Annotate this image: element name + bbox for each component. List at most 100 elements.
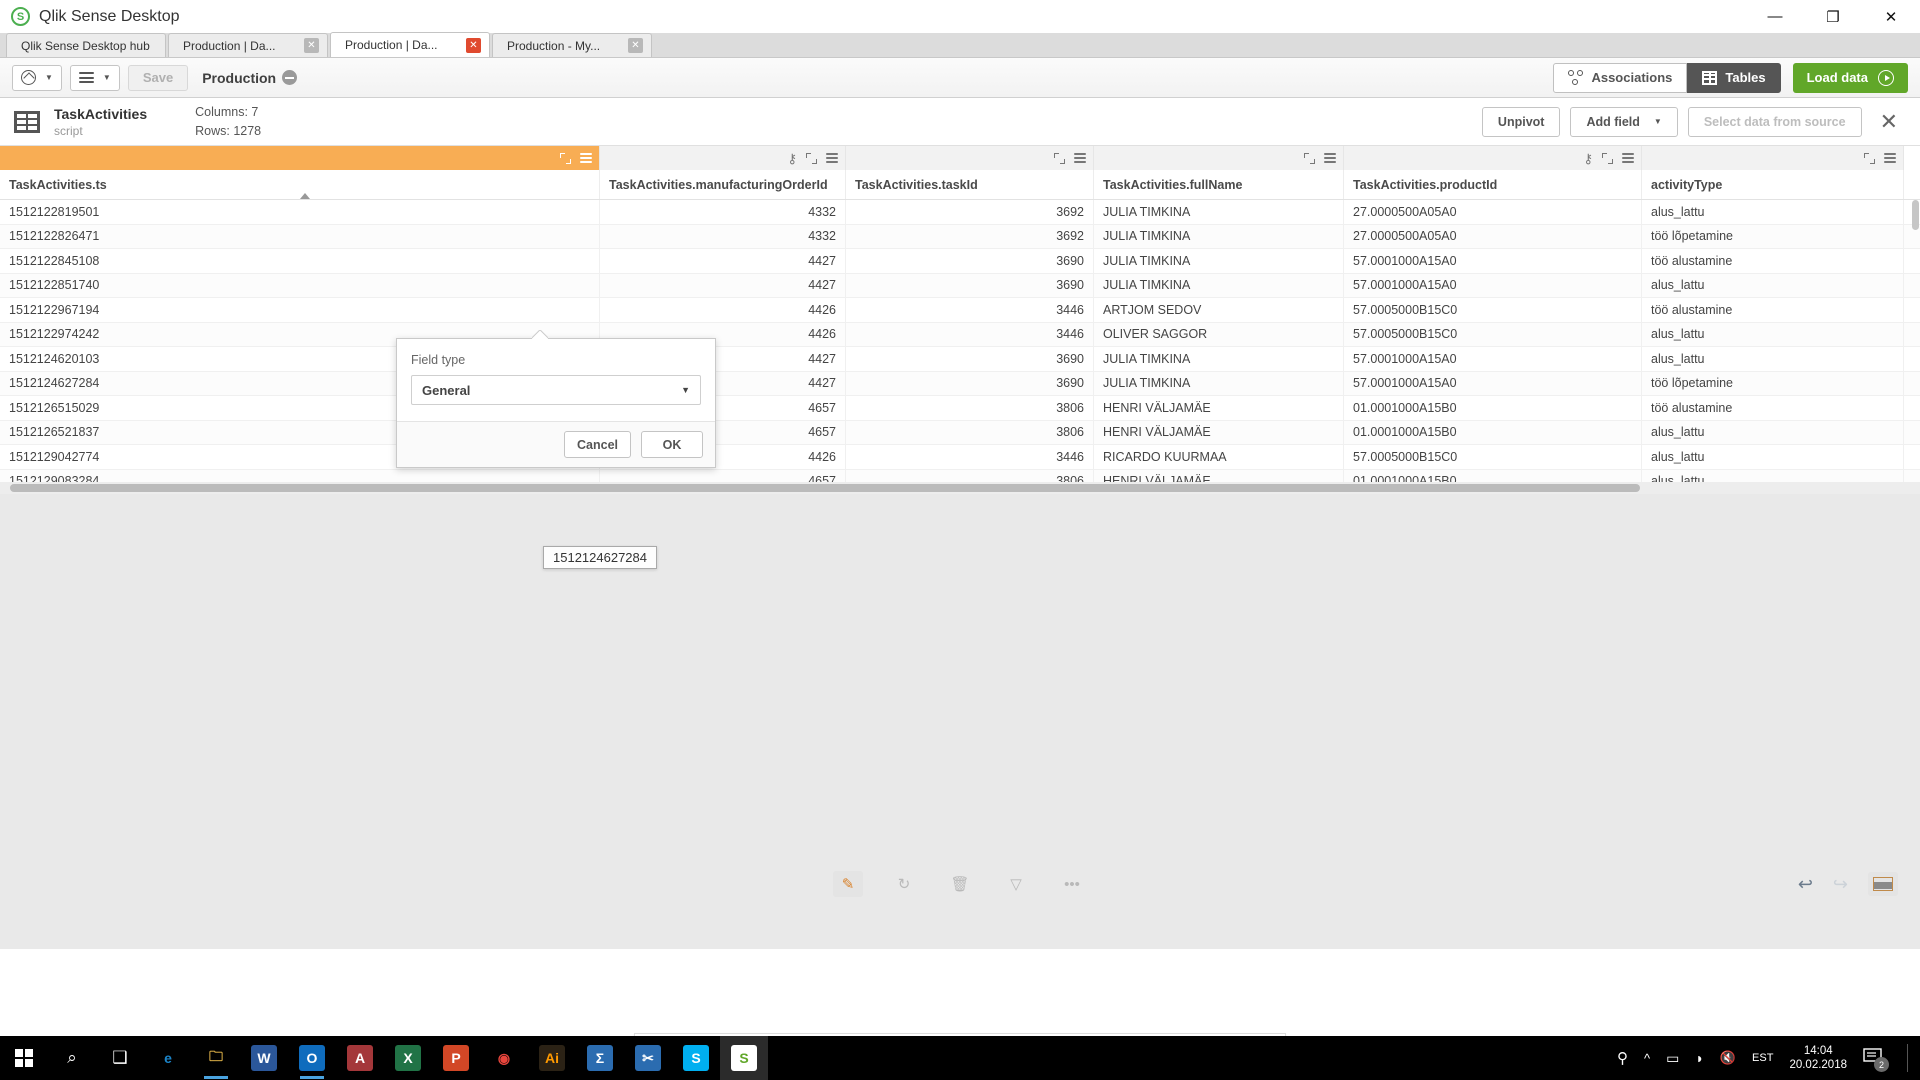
close-tab-icon[interactable]: ✕ (466, 37, 481, 53)
table-cell[interactable]: HENRI VÄLJAMÄE (1094, 396, 1344, 420)
browser-tab[interactable]: Qlik Sense Desktop hub (6, 33, 166, 57)
close-window-button[interactable]: ✕ (1862, 0, 1920, 33)
table-cell[interactable]: 27.0000500A05A0 (1344, 200, 1642, 224)
tables-tab[interactable]: Tables (1687, 62, 1781, 93)
show-hidden-icons-icon[interactable]: ^ (1644, 1051, 1650, 1066)
expand-icon[interactable] (806, 152, 817, 164)
table-cell[interactable]: JULIA TIMKINA (1094, 371, 1344, 395)
delete-button[interactable]: 🗑 (945, 871, 975, 897)
table-cell[interactable]: JULIA TIMKINA (1094, 347, 1344, 371)
table-cell[interactable]: töö alustamine (1642, 249, 1904, 273)
column-header[interactable]: TaskActivities.fullName (1094, 170, 1344, 199)
table-cell[interactable]: 3690 (846, 347, 1094, 371)
table-cell[interactable]: töö alustamine (1642, 396, 1904, 420)
column-menu-icon[interactable] (1884, 153, 1896, 163)
taskbar-app-edge[interactable]: e (144, 1036, 192, 1080)
minimize-button[interactable]: — (1746, 0, 1804, 33)
table-cell[interactable]: alus_lattu (1642, 273, 1904, 297)
table-cell[interactable]: 4332 (600, 224, 846, 248)
column-menu-icon[interactable] (580, 153, 592, 163)
associations-tab[interactable]: Associations (1553, 62, 1688, 93)
table-cell[interactable]: RICARDO KUURMAA (1094, 445, 1344, 469)
expand-icon[interactable] (1602, 152, 1613, 164)
column-menu-icon[interactable] (1324, 153, 1336, 163)
restore-button[interactable]: ❐ (1804, 0, 1862, 33)
table-cell[interactable]: 1512122845108 (0, 249, 600, 273)
table-cell[interactable]: OLIVER SAGGOR (1094, 322, 1344, 346)
taskbar-app-explorer[interactable]: 🗀 (192, 1036, 240, 1080)
table-cell[interactable]: 1512122851740 (0, 273, 600, 297)
undo-button[interactable]: ↩ (1798, 874, 1813, 895)
taskbar-app-powerpoint[interactable]: P (432, 1036, 480, 1080)
table-cell[interactable]: 4427 (600, 273, 846, 297)
edit-button[interactable]: ✎ (833, 871, 863, 897)
load-data-button[interactable]: Load data (1792, 62, 1908, 93)
unpivot-button[interactable]: Unpivot (1481, 106, 1561, 137)
taskbar-app-access[interactable]: A (336, 1036, 384, 1080)
table-cell[interactable]: 57.0005000B15C0 (1344, 445, 1642, 469)
grid-vertical-scroll-thumb[interactable] (1912, 200, 1919, 230)
table-cell[interactable]: JULIA TIMKINA (1094, 200, 1344, 224)
table-row[interactable]: 1512122851740 4427 3690 JULIA TIMKINA 57.000… (0, 273, 1920, 298)
table-row[interactable]: 1512122819501 4332 3692 JULIA TIMKINA 27.000… (0, 200, 1920, 225)
show-desktop-button[interactable] (1907, 1044, 1908, 1072)
taskbar-app-skype[interactable]: S (672, 1036, 720, 1080)
expand-icon[interactable] (560, 152, 571, 164)
table-cell[interactable]: 3446 (846, 445, 1094, 469)
table-cell[interactable]: HENRI VÄLJAMÄE (1094, 420, 1344, 444)
field-type-select[interactable]: General ▼ (411, 375, 701, 405)
table-row[interactable]: 1512129042774 4426 3446 RICARDO KUURMAA 57.0… (0, 445, 1920, 470)
add-field-button[interactable]: Add field ▼ (1570, 106, 1678, 137)
table-cell[interactable]: 3690 (846, 273, 1094, 297)
table-cell[interactable]: alus_lattu (1642, 322, 1904, 346)
table-cell[interactable]: JULIA TIMKINA (1094, 273, 1344, 297)
column-header[interactable]: TaskActivities.manufacturingOrderId (600, 170, 846, 199)
close-table-button[interactable]: ✕ (1872, 109, 1906, 135)
language-indicator[interactable]: EST (1752, 1052, 1773, 1064)
table-cell[interactable]: 57.0001000A15A0 (1344, 273, 1642, 297)
table-cell[interactable]: 01.0001000A15B0 (1344, 420, 1642, 444)
table-cell[interactable]: 4332 (600, 200, 846, 224)
taskbar-app-qlik-sense[interactable]: S (720, 1036, 768, 1080)
battery-icon[interactable]: ▭ (1666, 1050, 1679, 1067)
table-cell[interactable]: 3446 (846, 298, 1094, 322)
taskbar-app-powershell[interactable]: Σ (576, 1036, 624, 1080)
taskbar-app-excel[interactable]: X (384, 1036, 432, 1080)
expand-icon[interactable] (1304, 152, 1315, 164)
expand-icon[interactable] (1054, 152, 1065, 164)
table-cell[interactable]: JULIA TIMKINA (1094, 224, 1344, 248)
volume-muted-icon[interactable]: 🔇 (1720, 1050, 1736, 1066)
close-tab-icon[interactable]: ✕ (628, 38, 643, 53)
people-icon[interactable]: ⚲ (1617, 1049, 1628, 1067)
browser-tab[interactable]: Production | Da... ✕ (330, 32, 490, 57)
browser-tab[interactable]: Production - My... ✕ (492, 33, 652, 57)
more-options-button[interactable]: ••• (1057, 871, 1087, 897)
table-cell[interactable]: alus_lattu (1642, 347, 1904, 371)
table-cell[interactable]: alus_lattu (1642, 200, 1904, 224)
table-cell[interactable]: 27.0000500A05A0 (1344, 224, 1642, 248)
taskbar-app-word[interactable]: W (240, 1036, 288, 1080)
column-header[interactable]: TaskActivities.taskId (846, 170, 1094, 199)
table-row[interactable]: 1512122974242 4426 3446 OLIVER SAGGOR 57.000… (0, 322, 1920, 347)
column-menu-icon[interactable] (826, 153, 838, 163)
column-menu-icon[interactable] (1074, 153, 1086, 163)
table-cell[interactable]: JULIA TIMKINA (1094, 249, 1344, 273)
table-cell[interactable]: 1512122826471 (0, 224, 600, 248)
table-cell[interactable]: 01.0001000A15B0 (1344, 396, 1642, 420)
close-tab-icon[interactable]: ✕ (304, 38, 319, 53)
column-header[interactable]: TaskActivities.productId (1344, 170, 1642, 199)
table-cell[interactable]: 3692 (846, 200, 1094, 224)
refresh-button[interactable]: ↻ (889, 871, 919, 897)
notifications-button[interactable]: 2 (1863, 1047, 1889, 1072)
grid-horizontal-scroll-thumb[interactable] (10, 484, 1640, 492)
navigation-menu-button[interactable]: ▼ (12, 64, 62, 91)
table-cell[interactable]: 3692 (846, 224, 1094, 248)
task-view-button[interactable]: ❑ (96, 1036, 144, 1080)
table-row[interactable]: 1512126515029 4657 3806 HENRI VÄLJAMÄE 01.00… (0, 396, 1920, 421)
select-data-from-source-button[interactable]: Select data from source (1687, 106, 1862, 137)
column-menu-icon[interactable] (1622, 153, 1634, 163)
table-cell[interactable]: 57.0005000B15C0 (1344, 298, 1642, 322)
save-button[interactable]: Save (127, 64, 189, 91)
table-cell[interactable]: 1512122967194 (0, 298, 600, 322)
table-cell[interactable]: 57.0001000A15A0 (1344, 347, 1642, 371)
